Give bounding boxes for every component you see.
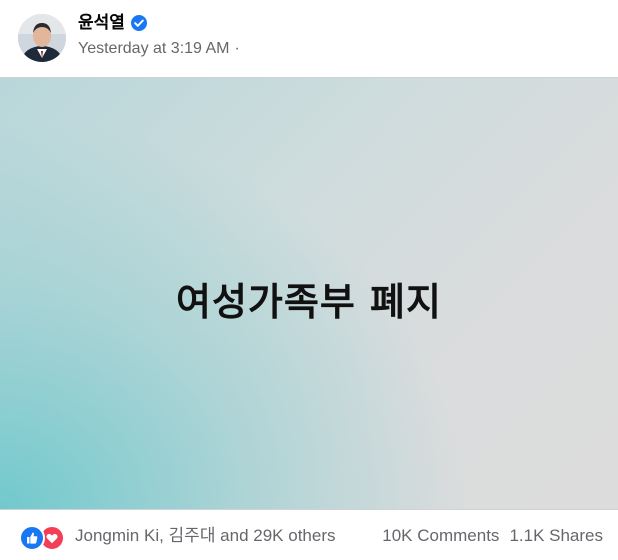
author-row: 윤석열 xyxy=(78,11,148,35)
comments-count[interactable]: 10K Comments xyxy=(382,525,499,547)
meta-separator: · xyxy=(234,40,240,57)
post-timestamp[interactable]: Yesterday at 3:19 AM xyxy=(78,40,230,58)
shares-count[interactable]: 1.1K Shares xyxy=(509,525,603,547)
post-meta: Yesterday at 3:19 AM · xyxy=(78,38,240,60)
facebook-post: 윤석열 Yesterday at 3:19 AM · 여성가족부 폐지 Jong… xyxy=(0,0,618,560)
like-reaction-icon xyxy=(19,525,45,551)
image-headline: 여성가족부 폐지 xyxy=(176,280,442,324)
author-name[interactable]: 윤석열 xyxy=(78,11,125,35)
post-header: 윤석열 Yesterday at 3:19 AM · xyxy=(0,0,618,76)
post-engagement-bar: Jongmin Ki, 김주대 and 29K others 10K Comme… xyxy=(0,510,618,560)
verified-badge-icon xyxy=(130,14,148,32)
avatar-photo xyxy=(18,14,66,62)
reactors-summary[interactable]: Jongmin Ki, 김주대 and 29K others xyxy=(75,525,336,547)
post-image[interactable]: 여성가족부 폐지 xyxy=(0,77,618,510)
author-avatar[interactable] xyxy=(18,14,66,62)
reaction-icons[interactable] xyxy=(19,525,67,551)
engagement-counts: 10K Comments 1.1K Shares xyxy=(382,525,603,547)
